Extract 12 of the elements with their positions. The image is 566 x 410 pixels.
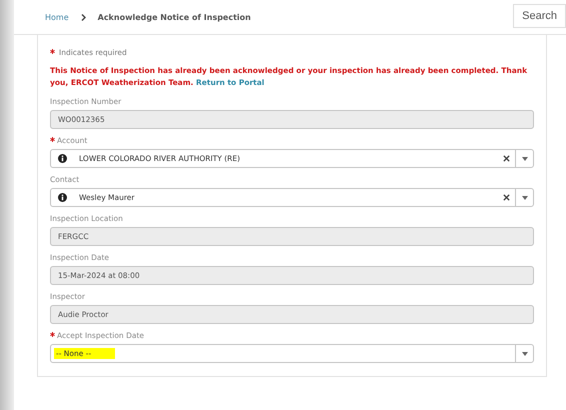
chevron-icon: [80, 14, 86, 20]
clear-icon[interactable]: [502, 194, 510, 201]
caret-icon: [522, 156, 528, 160]
breadcrumb-current: Acknowledge Notice of Inspection: [98, 12, 251, 22]
caret-icon: [522, 352, 528, 356]
search-button[interactable]: Search: [513, 4, 566, 28]
caret-icon: [522, 196, 528, 200]
required-icon: [50, 49, 55, 54]
info-icon: [58, 193, 66, 202]
breadcrumb-link[interactable]: Home: [45, 12, 69, 22]
info-icon: [58, 154, 66, 163]
clear-icon[interactable]: [502, 155, 510, 162]
